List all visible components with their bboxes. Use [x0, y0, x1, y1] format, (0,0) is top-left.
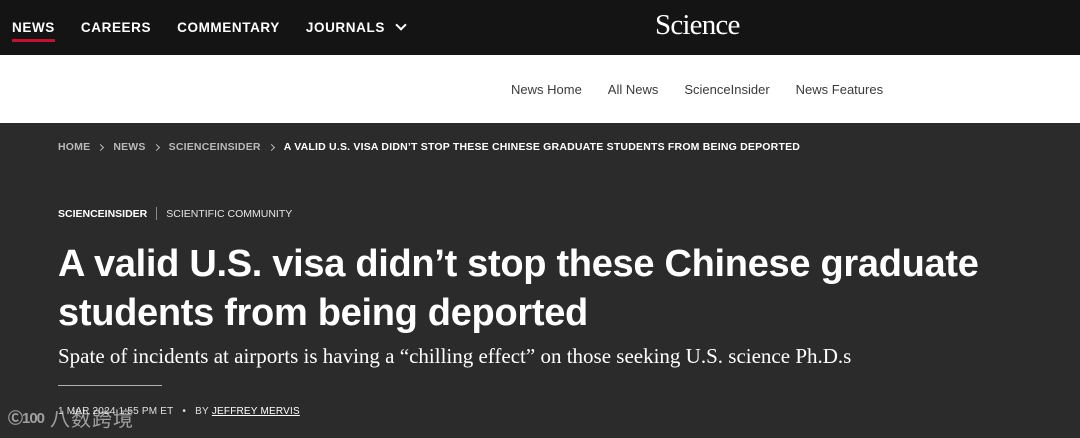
nav-item-news[interactable]: NEWS	[12, 0, 55, 55]
author-link[interactable]: JEFFREY MERVIS	[212, 406, 300, 417]
article-dek: Spate of incidents at airports is having…	[58, 344, 852, 368]
chevron-right-icon	[152, 143, 160, 151]
article-headline: A valid U.S. visa didn’t stop these Chin…	[58, 243, 979, 334]
breadcrumb-home[interactable]: HOME	[58, 141, 90, 153]
subnav-news-features[interactable]: News Features	[796, 82, 883, 97]
subnav-all-news[interactable]: All News	[608, 82, 659, 97]
subnav-scienceinsider[interactable]: ScienceInsider	[684, 82, 769, 97]
primary-nav: NEWS CAREERS COMMENTARY JOURNALS	[12, 0, 431, 55]
nav-item-careers[interactable]: CAREERS	[81, 0, 151, 55]
subnav-news-home[interactable]: News Home	[511, 82, 582, 97]
breadcrumb-current: A VALID U.S. VISA DIDN’T STOP THESE CHIN…	[283, 141, 801, 153]
meta-dot: •	[182, 406, 187, 417]
divider	[58, 385, 162, 386]
watermark-logo: Ⓒ100	[8, 410, 45, 427]
article-header: HOME NEWS SCIENCEINSIDER A VALID U.S. VI…	[0, 123, 1080, 438]
chevron-down-icon	[395, 19, 407, 31]
chevron-right-icon	[267, 143, 275, 151]
tag-scientific-community[interactable]: SCIENTIFIC COMMUNITY	[166, 208, 292, 220]
byline-prefix: BY	[195, 406, 209, 417]
tag-divider	[156, 207, 158, 220]
nav-item-commentary[interactable]: COMMENTARY	[177, 0, 280, 55]
breadcrumb-news[interactable]: NEWS	[113, 141, 145, 153]
news-subnav: News Home All News ScienceInsider News F…	[0, 55, 1080, 123]
chevron-right-icon	[97, 143, 105, 151]
top-bar: NEWS CAREERS COMMENTARY JOURNALS Science	[0, 0, 1080, 55]
breadcrumb: HOME NEWS SCIENCEINSIDER A VALID U.S. VI…	[58, 141, 800, 153]
breadcrumb-scienceinsider[interactable]: SCIENCEINSIDER	[169, 141, 261, 153]
watermark-text: 八数跨境	[50, 409, 135, 431]
nav-item-journals[interactable]: JOURNALS	[306, 0, 407, 55]
science-logo[interactable]: Science	[655, 9, 740, 42]
tag-scienceinsider[interactable]: SCIENCEINSIDER	[58, 208, 147, 220]
article-tags: SCIENCEINSIDER SCIENTIFIC COMMUNITY	[58, 207, 292, 220]
watermark: Ⓒ100 八数跨境	[8, 403, 134, 432]
